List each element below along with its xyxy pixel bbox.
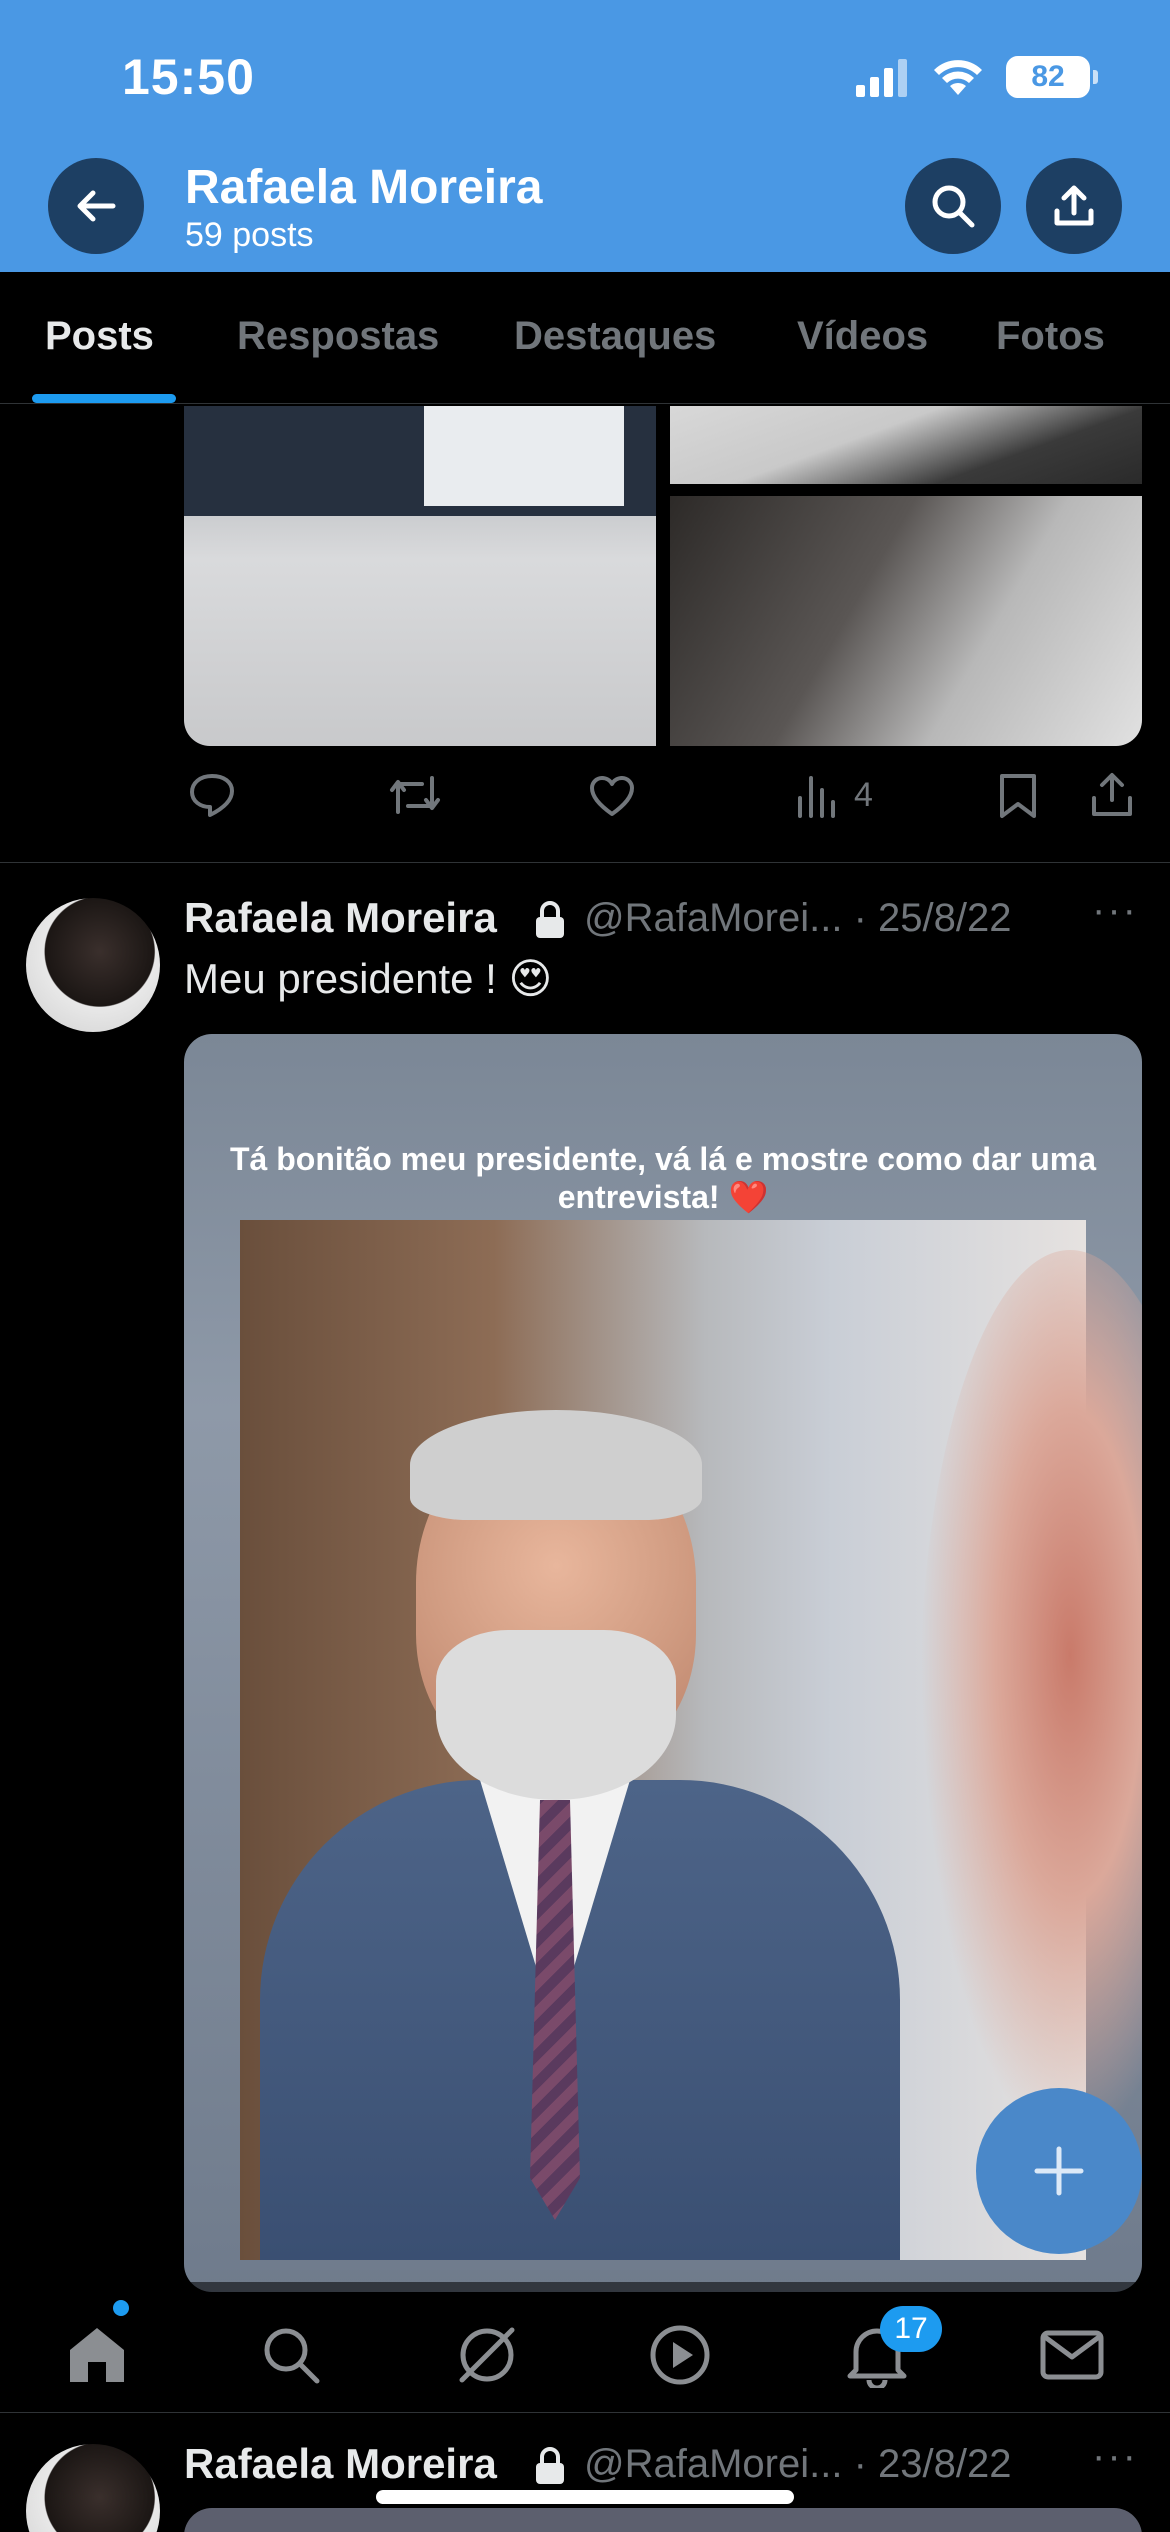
- figure-hair: [410, 1410, 702, 1520]
- post-count: 59 posts: [185, 216, 314, 254]
- tab-videos[interactable]: Vídeos: [797, 314, 928, 359]
- views-button[interactable]: 4: [796, 772, 873, 818]
- tab-posts[interactable]: Posts: [45, 314, 154, 359]
- more-options-button[interactable]: ···: [1092, 888, 1138, 933]
- nav-grok[interactable]: [452, 2320, 522, 2390]
- battery-indicator: 82: [1006, 56, 1098, 98]
- mail-icon: [1040, 2330, 1104, 2380]
- post-handle-date[interactable]: @RafaMorei... · 23/8/22: [584, 2442, 1011, 2487]
- share-icon: [1092, 773, 1132, 816]
- status-time: 15:50: [122, 49, 255, 105]
- plus-icon: [1034, 2146, 1084, 2196]
- blurred-foreground: [920, 1250, 1142, 2150]
- compose-button[interactable]: [976, 2088, 1142, 2254]
- bottom-navigation: [0, 2282, 1170, 2412]
- bookmark-button[interactable]: [998, 772, 1038, 820]
- nav-search[interactable]: [256, 2320, 326, 2390]
- search-icon: [932, 185, 975, 228]
- upload-icon: [1054, 185, 1094, 226]
- post-author-name[interactable]: Rafaela Moreira: [184, 894, 497, 942]
- share-post-button[interactable]: [1090, 770, 1134, 818]
- bookmark-icon: [1000, 774, 1036, 818]
- wifi-icon: [934, 60, 982, 95]
- lock-icon: [536, 901, 564, 938]
- more-options-button[interactable]: ···: [1092, 2434, 1138, 2479]
- inner-photo: [240, 1220, 1142, 2260]
- repost-icon: [390, 776, 440, 814]
- like-button[interactable]: [588, 774, 636, 818]
- post-image[interactable]: Tá bonitão meu presidente, vá lá e mostr…: [184, 1034, 1142, 2292]
- search-button[interactable]: [905, 158, 1001, 254]
- repost-button[interactable]: [388, 772, 442, 818]
- search-icon: [264, 2328, 320, 2384]
- post-text: Meu presidente ! 😍: [184, 955, 553, 1002]
- views-count: 4: [854, 775, 873, 814]
- arrow-left-icon: [77, 190, 116, 222]
- lock-icon: [536, 2447, 564, 2484]
- post-handle-date[interactable]: @RafaMorei... · 25/8/22: [584, 896, 1011, 941]
- share-button[interactable]: [1026, 158, 1122, 254]
- reply-icon: [190, 774, 234, 817]
- image-caption: Tá bonitão meu presidente, vá lá e mostr…: [229, 1141, 1096, 1215]
- nav-home[interactable]: [62, 2320, 132, 2390]
- home-indicator: [376, 2490, 794, 2504]
- nav-messages[interactable]: [1037, 2320, 1107, 2390]
- cellular-signal-icon: [856, 59, 907, 97]
- back-button[interactable]: [48, 158, 144, 254]
- status-icons: 82: [854, 56, 1098, 98]
- tab-fotos[interactable]: Fotos: [996, 314, 1105, 359]
- photo-cabinet: [424, 406, 624, 506]
- post-photo-3[interactable]: [670, 496, 1142, 746]
- post-photo-1[interactable]: [184, 406, 656, 746]
- post-author-name[interactable]: Rafaela Moreira: [184, 2440, 497, 2488]
- heart-icon: [590, 776, 634, 816]
- profile-tabs: Posts Respostas Destaques Vídeos Fotos: [0, 272, 1170, 404]
- post-divider: [0, 2412, 1170, 2413]
- tab-respostas[interactable]: Respostas: [237, 314, 439, 359]
- active-tab-indicator: [32, 394, 176, 403]
- figure-beard: [436, 1630, 676, 1800]
- post-divider: [0, 862, 1170, 863]
- notifications-badge: 17: [880, 2306, 942, 2352]
- avatar[interactable]: [26, 2444, 160, 2532]
- analytics-icon: [798, 776, 835, 818]
- post-image[interactable]: [184, 2508, 1142, 2532]
- profile-header: 15:50 82 Rafaela Moreira 59 posts: [0, 0, 1170, 272]
- avatar[interactable]: [26, 898, 160, 1032]
- tab-destaques[interactable]: Destaques: [514, 314, 716, 359]
- profile-name: Rafaela Moreira: [185, 161, 543, 214]
- nav-video[interactable]: [645, 2320, 715, 2390]
- play-circle-icon: [650, 2325, 710, 2385]
- post-photo-2[interactable]: [670, 406, 1142, 484]
- grok-icon: [459, 2327, 515, 2383]
- home-icon: [70, 2328, 124, 2382]
- reply-button[interactable]: [188, 772, 236, 818]
- home-unread-dot: [113, 2300, 129, 2316]
